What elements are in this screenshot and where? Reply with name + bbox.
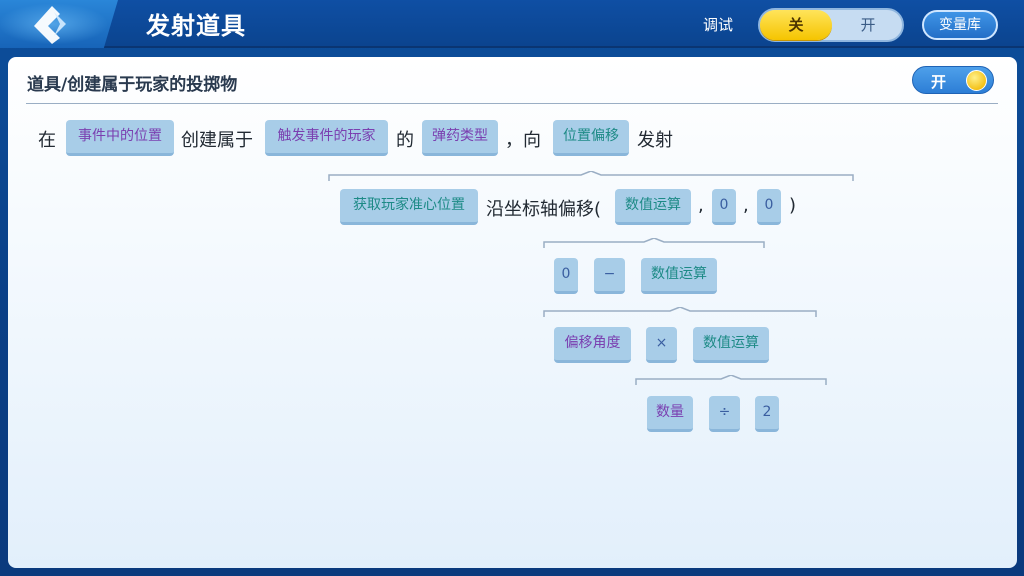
math-operation-chip-3[interactable]: 数值运算 [693,327,769,363]
debug-toggle[interactable]: 关 开 [758,8,904,42]
trigger-player-chip[interactable]: 触发事件的玩家 [265,120,388,156]
word-at: 在 [38,130,56,151]
panel-title: 道具/创建属于玩家的投掷物 [27,75,238,95]
math1-bracket [543,238,765,248]
variable-library-button[interactable]: 变量库 [922,10,998,40]
top-bar: 发射道具 调试 关 开 变量库 [0,0,1024,48]
offset-angle-chip[interactable]: 偏移角度 [554,327,631,363]
word-of: 的 [396,130,414,151]
word-create: 创建属于 [181,130,253,151]
comma-1: , [698,195,704,216]
switch-label: 开 [931,73,947,91]
debug-on-option[interactable]: 开 [834,10,902,40]
zero-operand-chip[interactable]: 0 [554,258,578,294]
event-position-chip[interactable]: 事件中的位置 [66,120,174,156]
multiply-operator-chip[interactable]: × [646,327,677,363]
back-button[interactable] [0,0,118,48]
divisor-value-chip[interactable]: 2 [755,396,779,432]
action-panel: 道具/创建属于玩家的投掷物 开 在 事件中的位置 创建属于 触发事件的玩家 的 … [8,57,1017,568]
ammo-type-chip[interactable]: 弹药类型 [422,120,498,156]
page-title: 发射道具 [146,12,246,40]
close-paren: ) [789,195,797,216]
math-operation-chip-2[interactable]: 数值运算 [641,258,717,294]
panel-divider [26,103,998,104]
word-to: ，向 [505,130,541,151]
count-chip[interactable]: 数量 [647,396,693,432]
position-offset-chip[interactable]: 位置偏移 [553,120,629,156]
word-axis-offset: 沿坐标轴偏移( [486,199,602,220]
offset-bracket [328,171,854,181]
crosshair-position-chip[interactable]: 获取玩家准心位置 [340,189,478,225]
debug-off-option[interactable]: 关 [760,10,832,40]
switch-knob-icon [966,70,987,91]
word-fire: 发射 [637,130,673,151]
math-operation-chip-1[interactable]: 数值运算 [615,189,691,225]
math2-bracket [543,307,817,317]
back-chevron-icon [34,6,66,44]
math3-bracket [635,375,827,385]
divide-operator-chip[interactable]: ÷ [709,396,740,432]
minus-operator-chip[interactable]: − [594,258,625,294]
comma-2: , [743,195,749,216]
debug-label: 调试 [703,16,734,34]
z-value-chip[interactable]: 0 [757,189,781,225]
x-value-chip[interactable]: 0 [712,189,736,225]
enable-switch[interactable]: 开 [912,66,994,94]
